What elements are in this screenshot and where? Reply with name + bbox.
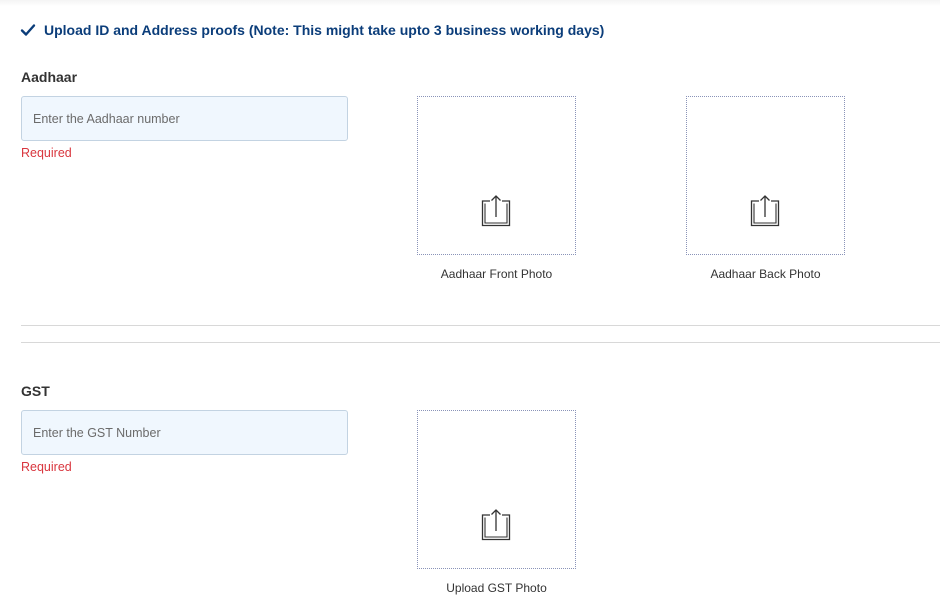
aadhaar-back-upload[interactable]: [686, 96, 845, 255]
section-divider: [21, 342, 940, 343]
gst-photo-upload[interactable]: [417, 410, 576, 569]
check-icon: [20, 24, 36, 36]
aadhaar-front-upload[interactable]: [417, 96, 576, 255]
gst-label: GST: [21, 383, 50, 399]
upload-icon: [481, 195, 511, 227]
aadhaar-front-caption: Aadhaar Front Photo: [440, 267, 553, 281]
aadhaar-label: Aadhaar: [21, 69, 78, 85]
section-title: Upload ID and Address proofs (Note: This…: [44, 22, 605, 38]
gst-required-error: Required: [21, 460, 72, 474]
kyc-upload-page: Upload ID and Address proofs (Note: This…: [0, 0, 940, 599]
aadhaar-back-caption: Aadhaar Back Photo: [710, 267, 821, 281]
aadhaar-number-input[interactable]: [21, 96, 348, 141]
section-header: Upload ID and Address proofs (Note: This…: [20, 20, 604, 40]
gst-number-input[interactable]: [21, 410, 348, 455]
gst-photo-caption: Upload GST Photo: [446, 581, 547, 595]
upload-icon: [750, 195, 780, 227]
top-shadow: [0, 0, 940, 6]
upload-icon: [481, 509, 511, 541]
aadhaar-required-error: Required: [21, 146, 72, 160]
section-divider: [21, 325, 940, 326]
